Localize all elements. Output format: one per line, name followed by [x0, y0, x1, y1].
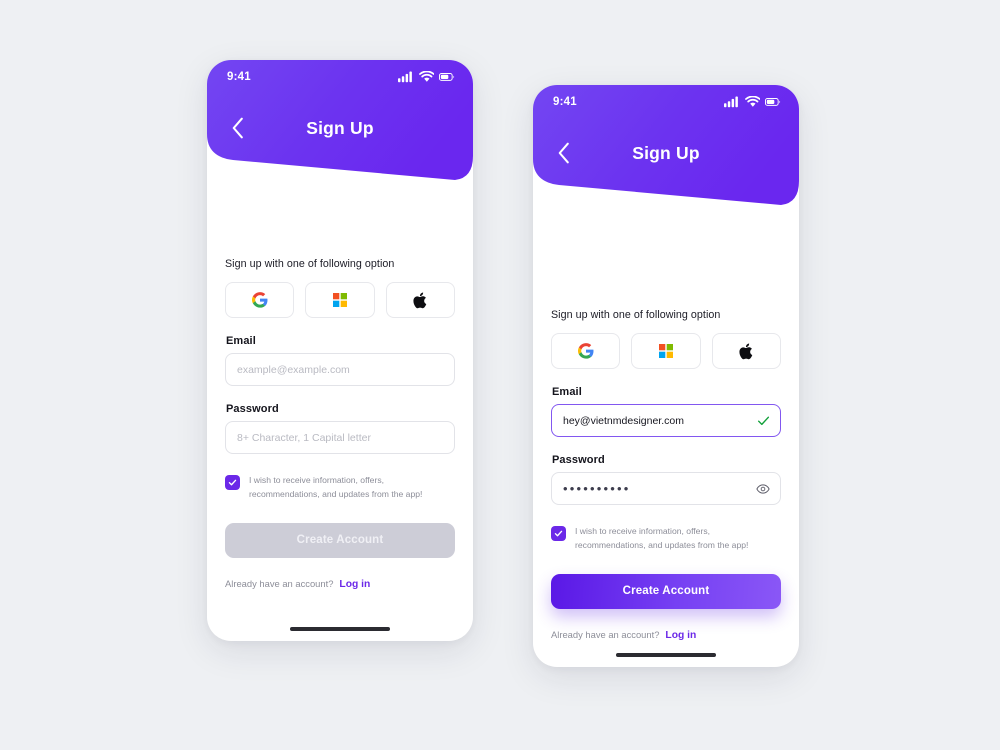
signup-form-filled: Sign up with one of following option Ema… — [533, 309, 799, 641]
page-title: Sign Up — [306, 117, 374, 138]
login-footer: Already have an account? Log in — [551, 629, 781, 641]
status-icons — [724, 96, 781, 108]
check-mark-icon — [228, 479, 237, 486]
consent-row: I wish to receive information, offers, r… — [551, 525, 781, 553]
status-time: 9:41 — [553, 96, 577, 109]
login-link[interactable]: Log in — [339, 579, 370, 590]
apple-signup-button[interactable] — [711, 333, 781, 369]
status-bar: 9:41 — [533, 85, 799, 108]
check-mark-icon — [554, 530, 563, 537]
apple-signup-button[interactable] — [385, 282, 455, 318]
battery-icon — [439, 73, 455, 81]
google-signup-button[interactable] — [551, 333, 621, 369]
google-signup-button[interactable] — [225, 282, 295, 318]
wifi-icon — [744, 96, 761, 107]
social-prompt-label: Sign up with one of following option — [225, 258, 395, 270]
email-input[interactable] — [237, 354, 443, 385]
eye-icon — [756, 483, 770, 494]
apple-icon — [739, 342, 753, 359]
login-prompt-text: Already have an account? — [225, 577, 334, 589]
microsoft-signup-button[interactable] — [305, 282, 375, 318]
microsoft-icon — [332, 293, 347, 307]
home-indicator[interactable] — [290, 627, 390, 631]
consent-text: I wish to receive information, offers, r… — [249, 475, 423, 499]
check-mark-icon — [757, 416, 770, 425]
battery-icon — [765, 98, 781, 106]
page-title: Sign Up — [632, 142, 700, 163]
password-label: Password — [226, 403, 279, 415]
email-input[interactable] — [563, 405, 769, 436]
create-account-button-disabled[interactable]: Create Account — [225, 522, 455, 558]
password-masked-value: •••••••••• — [563, 481, 631, 496]
create-account-button[interactable]: Create Account — [551, 573, 781, 609]
password-input[interactable] — [237, 422, 443, 453]
toggle-password-visibility-button[interactable] — [756, 483, 770, 494]
app-header-filled: 9:41 Sign Up — [533, 85, 799, 267]
social-prompt-label: Sign up with one of following option — [551, 309, 721, 321]
header-content: 9:41 Sign Up — [207, 60, 473, 151]
email-label: Email — [226, 335, 256, 347]
phone-mockup-empty-state: 9:41 Sign Up Sign up with one of followi… — [207, 60, 473, 641]
status-icons — [398, 71, 455, 83]
login-prompt-text: Already have an account? — [551, 628, 660, 640]
login-footer: Already have an account? Log in — [225, 578, 455, 590]
header-content: 9:41 Sign Up — [533, 85, 799, 176]
email-label: Email — [552, 386, 582, 398]
consent-row: I wish to receive information, offers, r… — [225, 474, 455, 502]
consent-text: I wish to receive information, offers, r… — [575, 526, 749, 550]
email-input-wrapper[interactable] — [225, 353, 455, 386]
microsoft-icon — [658, 344, 673, 358]
consent-checkbox[interactable] — [551, 526, 566, 541]
navigation-bar: Sign Up — [533, 130, 799, 176]
google-icon — [251, 292, 268, 308]
cellular-signal-icon — [398, 71, 412, 83]
email-valid-indicator — [757, 414, 770, 427]
wifi-icon — [418, 71, 435, 82]
google-icon — [577, 343, 594, 359]
microsoft-signup-button[interactable] — [631, 333, 701, 369]
status-time: 9:41 — [227, 71, 251, 84]
social-login-row — [551, 333, 781, 369]
status-bar: 9:41 — [207, 60, 473, 83]
signup-form-empty: Sign up with one of following option Ema… — [207, 258, 473, 590]
social-login-row — [225, 282, 455, 318]
password-input-wrapper[interactable] — [225, 421, 455, 454]
password-label: Password — [552, 454, 605, 466]
apple-icon — [413, 291, 427, 308]
login-link[interactable]: Log in — [665, 630, 696, 641]
navigation-bar: Sign Up — [207, 105, 473, 151]
email-input-wrapper-focused[interactable] — [551, 404, 781, 437]
screenshot-canvas: 9:41 Sign Up Sign up with one of followi… — [0, 0, 1000, 750]
cellular-signal-icon — [724, 96, 738, 108]
app-header-empty: 9:41 Sign Up — [207, 60, 473, 242]
phone-mockup-filled-state: 9:41 Sign Up Sign up with one of followi… — [533, 85, 799, 667]
home-indicator[interactable] — [616, 653, 716, 657]
password-input-wrapper[interactable]: •••••••••• — [551, 472, 781, 505]
consent-checkbox[interactable] — [225, 475, 240, 490]
